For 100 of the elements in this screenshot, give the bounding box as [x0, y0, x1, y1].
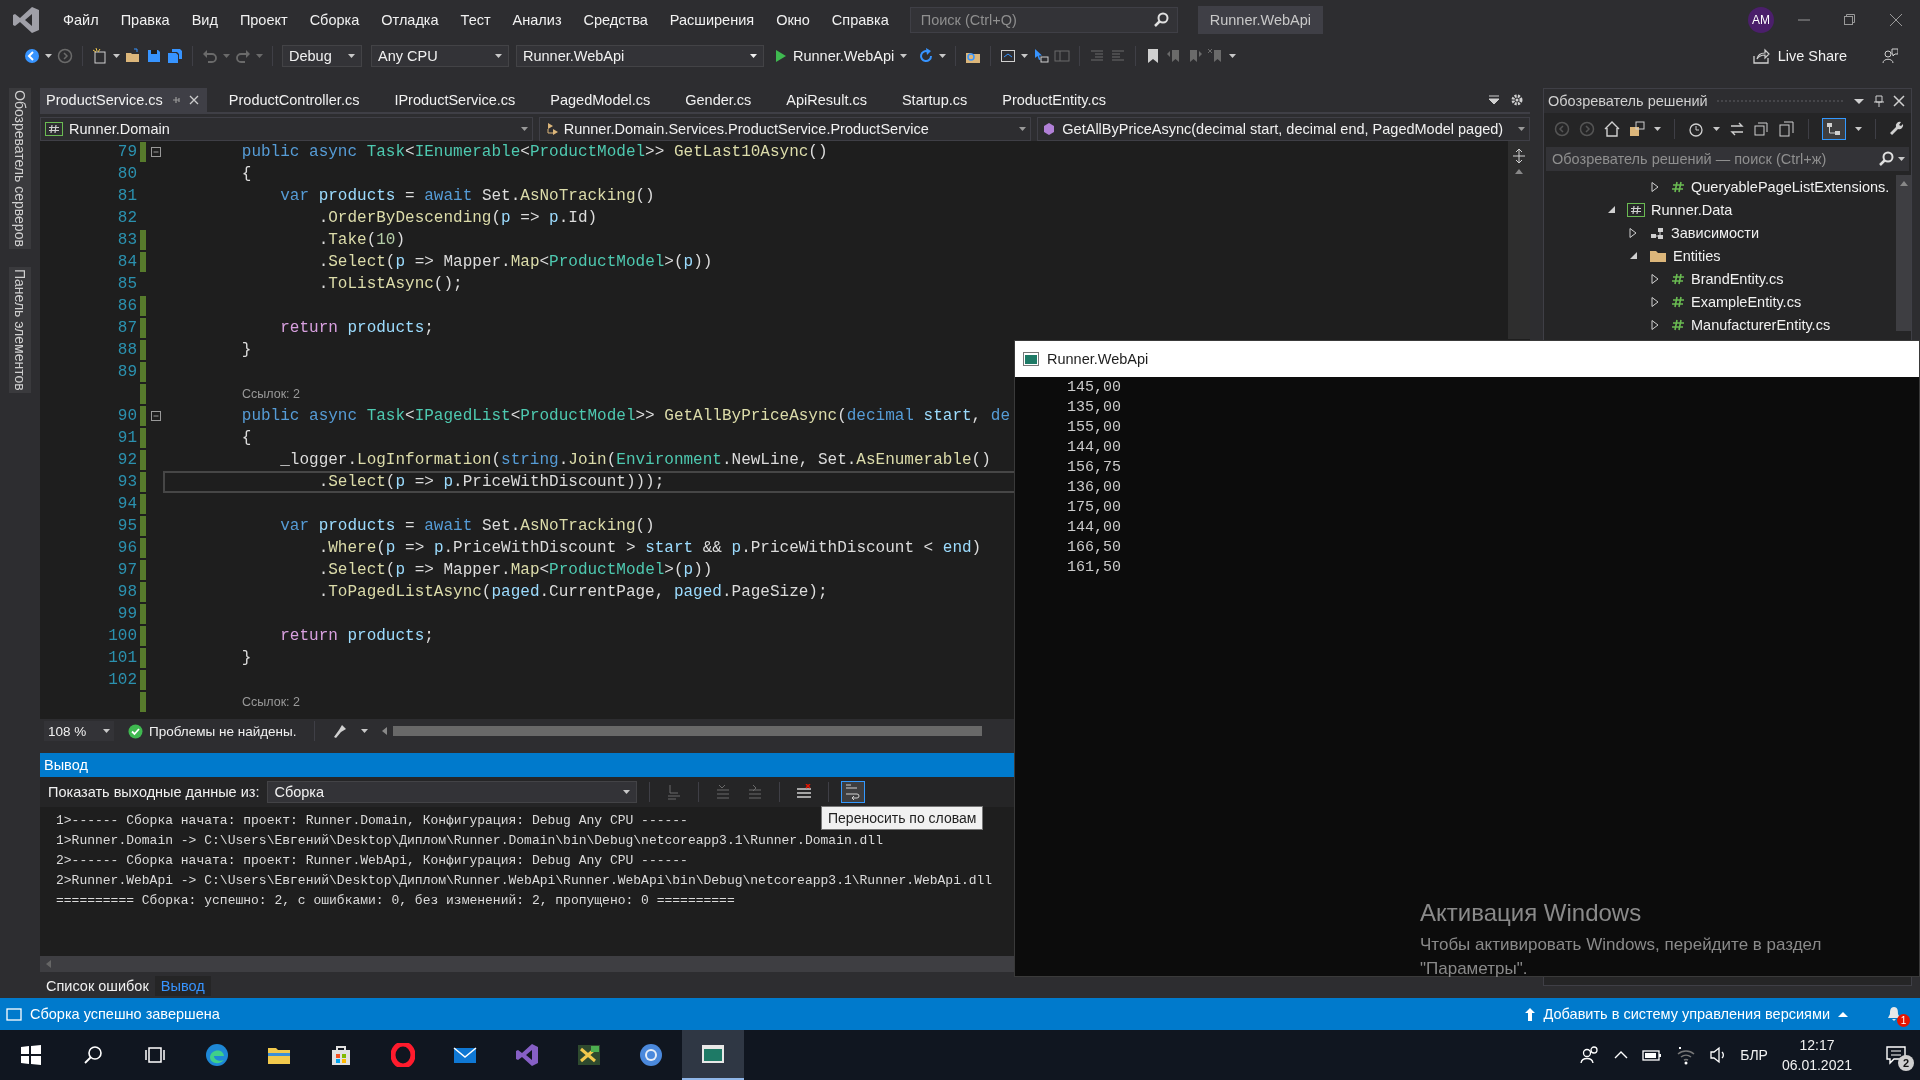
shopping-bag-icon[interactable]	[329, 1043, 353, 1067]
round-browser-icon[interactable]	[639, 1043, 663, 1067]
reference-count[interactable]: Ссылок: 2	[242, 387, 300, 401]
caret-icon[interactable]	[520, 127, 528, 131]
volume-icon[interactable]	[1710, 1046, 1727, 1064]
configuration-dropdown[interactable]: Debug	[282, 45, 362, 67]
forward-icon[interactable]	[57, 48, 73, 64]
settings-icon[interactable]	[1510, 93, 1524, 107]
editor-tab[interactable]: ApiResult.cs	[780, 88, 896, 112]
source-control-button[interactable]: Добавить в систему управления версиями	[1523, 1006, 1848, 1022]
home-icon[interactable]	[1604, 121, 1620, 137]
windows-logo-icon[interactable]	[21, 1045, 41, 1065]
collapsed-arrow-icon[interactable]	[1629, 227, 1637, 238]
menu-item[interactable]: Средства	[572, 12, 659, 28]
save-all-icon[interactable]	[167, 48, 183, 64]
caret-icon[interactable]	[1898, 157, 1905, 161]
tree-item[interactable]: BrandEntity.cs	[1544, 267, 1896, 290]
scrollbar-thumb[interactable]	[393, 726, 983, 736]
share-icon[interactable]	[1752, 48, 1770, 64]
editor-tab[interactable]: Startup.cs	[895, 88, 997, 112]
dropdown-icon[interactable]	[1853, 96, 1865, 106]
menu-item[interactable]: Правка	[109, 12, 181, 28]
tree-item[interactable]: Зависимости	[1544, 221, 1896, 244]
editor-tab[interactable]: IProductService.cs	[388, 88, 545, 112]
tab-list-icon[interactable]	[1488, 94, 1500, 106]
editor-tab[interactable]: ProductEntity.cs	[996, 88, 1135, 112]
caret-icon[interactable]	[1229, 54, 1237, 58]
check-icon[interactable]	[128, 723, 143, 739]
battery-icon[interactable]	[1642, 1047, 1663, 1063]
tree-item[interactable]: QueryablePageListExtensions.	[1544, 175, 1896, 198]
collapsed-arrow-icon[interactable]	[1651, 273, 1659, 284]
project-dropdown[interactable]: Runner.Domain	[40, 117, 533, 141]
play-icon[interactable]	[775, 49, 787, 63]
platform-dropdown[interactable]: Any CPU	[371, 45, 509, 67]
split-handle-icon[interactable]	[1512, 149, 1526, 163]
vs-logo-icon[interactable]	[515, 1043, 539, 1067]
menu-item[interactable]: Файл	[52, 12, 110, 28]
expanded-arrow-icon[interactable]	[1606, 205, 1616, 214]
close-icon[interactable]	[1893, 95, 1905, 107]
caret-icon[interactable]	[113, 54, 120, 58]
chevron-up-icon[interactable]	[1614, 1050, 1629, 1060]
caret-icon[interactable]	[1019, 127, 1027, 131]
editor-tab[interactable]: Gender.cs	[679, 88, 781, 112]
expanded-arrow-icon[interactable]	[1628, 251, 1638, 260]
caret-icon[interactable]	[348, 54, 355, 58]
save-icon[interactable]	[146, 48, 162, 64]
back-icon[interactable]	[24, 48, 40, 64]
search-icon[interactable]	[1878, 151, 1894, 167]
app-icon[interactable]	[577, 1043, 601, 1067]
run-button[interactable]: Runner.WebApi	[769, 44, 914, 68]
side-panel-tab[interactable]: Панель элементов	[9, 266, 31, 393]
show-all-files-icon[interactable]	[1779, 121, 1795, 137]
caret-icon[interactable]	[1654, 127, 1661, 131]
collapsed-arrow-icon[interactable]	[1651, 181, 1659, 192]
tree-item[interactable]: ExampleEntity.cs	[1544, 290, 1896, 313]
feedback-icon[interactable]	[1882, 48, 1898, 64]
wifi-icon[interactable]	[1676, 1045, 1697, 1065]
menu-item[interactable]: Анализ	[501, 12, 573, 28]
task-view-icon[interactable]	[145, 1045, 165, 1065]
pin-icon[interactable]	[170, 95, 181, 105]
scroll-left-icon[interactable]	[382, 727, 388, 735]
menu-item[interactable]: Тест	[449, 12, 502, 28]
startup-project-dropdown[interactable]: Runner.WebApi	[516, 45, 764, 67]
clock[interactable]: 12:17 06.01.2021	[1781, 1035, 1852, 1075]
close-icon[interactable]	[188, 95, 199, 105]
tree-item[interactable]: Runner.Data	[1544, 198, 1896, 221]
pin-icon[interactable]	[1873, 94, 1885, 108]
collapsed-arrow-icon[interactable]	[1651, 296, 1659, 307]
open-folder-icon[interactable]	[125, 48, 141, 64]
side-panel-tab[interactable]: Обозреватель серверов	[9, 88, 31, 249]
scroll-up-icon[interactable]	[1899, 181, 1908, 186]
search-field[interactable]: Обозреватель решений — поиск (Ctrl+ж)	[1546, 147, 1909, 171]
panel-tab[interactable]: Вывод	[154, 976, 211, 996]
user-avatar[interactable]: AM	[1748, 7, 1774, 33]
collapse-all-icon[interactable]	[1754, 121, 1770, 137]
tree-item[interactable]: ManufacturerEntity.cs	[1544, 313, 1896, 336]
caret-icon[interactable]	[45, 54, 52, 58]
ring-icon[interactable]	[391, 1043, 415, 1067]
clear-all-icon[interactable]	[796, 784, 813, 800]
editor-tab[interactable]: PagedModel.cs	[544, 88, 680, 112]
up-arrow-icon[interactable]	[1523, 1007, 1536, 1021]
caret-icon[interactable]	[103, 729, 110, 733]
editor-scrollbar[interactable]	[1508, 141, 1530, 339]
tree-item[interactable]: Entities	[1544, 244, 1896, 267]
undo-icon[interactable]	[202, 48, 218, 64]
collapsed-arrow-icon[interactable]	[1651, 319, 1659, 330]
redo-icon[interactable]	[235, 48, 251, 64]
member-dropdown[interactable]: GetAllByPriceAsync(decimal start, decimal end, PagedModel paged)	[1037, 117, 1530, 141]
caret-icon[interactable]	[750, 54, 757, 58]
brush-icon[interactable]	[333, 723, 348, 739]
editor-tab[interactable]: ProductController.cs	[222, 88, 389, 112]
collapse-icon[interactable]	[150, 147, 161, 157]
caret-up-icon[interactable]	[1838, 1011, 1848, 1017]
word-wrap-icon[interactable]	[845, 783, 862, 801]
editor-tab[interactable]: ProductService.cs	[40, 88, 207, 112]
search-input[interactable]: Обозреватель решений — поиск (Ctrl+ж)	[1550, 146, 1874, 172]
caret-icon[interactable]	[623, 790, 631, 794]
scrollbar[interactable]	[1896, 175, 1911, 331]
menu-item[interactable]: Проект	[228, 12, 299, 28]
tree-view-icon[interactable]	[1826, 121, 1842, 137]
